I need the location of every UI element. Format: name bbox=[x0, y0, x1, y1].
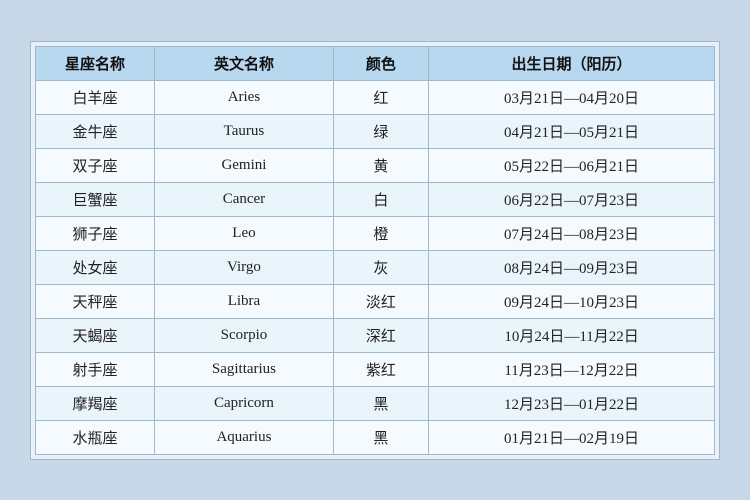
cell-date: 03月21日—04月20日 bbox=[429, 80, 715, 114]
cell-en-name: Leo bbox=[155, 216, 334, 250]
table-row: 天蝎座Scorpio深红10月24日—11月22日 bbox=[36, 318, 715, 352]
cell-zh-name: 天秤座 bbox=[36, 284, 155, 318]
header-date: 出生日期（阳历） bbox=[429, 46, 715, 80]
cell-date: 10月24日—11月22日 bbox=[429, 318, 715, 352]
table-row: 狮子座Leo橙07月24日—08月23日 bbox=[36, 216, 715, 250]
header-zh-name: 星座名称 bbox=[36, 46, 155, 80]
cell-color: 黑 bbox=[333, 420, 428, 454]
header-color: 颜色 bbox=[333, 46, 428, 80]
cell-zh-name: 巨蟹座 bbox=[36, 182, 155, 216]
cell-en-name: Virgo bbox=[155, 250, 334, 284]
zodiac-table: 星座名称 英文名称 颜色 出生日期（阳历） 白羊座Aries红03月21日—04… bbox=[35, 46, 715, 455]
cell-date: 09月24日—10月23日 bbox=[429, 284, 715, 318]
cell-date: 12月23日—01月22日 bbox=[429, 386, 715, 420]
table-row: 白羊座Aries红03月21日—04月20日 bbox=[36, 80, 715, 114]
cell-color: 黄 bbox=[333, 148, 428, 182]
cell-color: 深红 bbox=[333, 318, 428, 352]
cell-zh-name: 金牛座 bbox=[36, 114, 155, 148]
cell-zh-name: 摩羯座 bbox=[36, 386, 155, 420]
cell-date: 08月24日—09月23日 bbox=[429, 250, 715, 284]
zodiac-table-container: 星座名称 英文名称 颜色 出生日期（阳历） 白羊座Aries红03月21日—04… bbox=[30, 41, 720, 460]
table-row: 金牛座Taurus绿04月21日—05月21日 bbox=[36, 114, 715, 148]
cell-color: 红 bbox=[333, 80, 428, 114]
cell-color: 绿 bbox=[333, 114, 428, 148]
table-row: 水瓶座Aquarius黑01月21日—02月19日 bbox=[36, 420, 715, 454]
table-row: 射手座Sagittarius紫红11月23日—12月22日 bbox=[36, 352, 715, 386]
cell-en-name: Scorpio bbox=[155, 318, 334, 352]
cell-en-name: Taurus bbox=[155, 114, 334, 148]
cell-zh-name: 双子座 bbox=[36, 148, 155, 182]
cell-date: 07月24日—08月23日 bbox=[429, 216, 715, 250]
header-en-name: 英文名称 bbox=[155, 46, 334, 80]
cell-en-name: Capricorn bbox=[155, 386, 334, 420]
cell-date: 04月21日—05月21日 bbox=[429, 114, 715, 148]
cell-color: 白 bbox=[333, 182, 428, 216]
cell-en-name: Gemini bbox=[155, 148, 334, 182]
cell-zh-name: 处女座 bbox=[36, 250, 155, 284]
cell-date: 06月22日—07月23日 bbox=[429, 182, 715, 216]
cell-zh-name: 射手座 bbox=[36, 352, 155, 386]
cell-color: 紫红 bbox=[333, 352, 428, 386]
cell-zh-name: 水瓶座 bbox=[36, 420, 155, 454]
cell-en-name: Cancer bbox=[155, 182, 334, 216]
cell-color: 灰 bbox=[333, 250, 428, 284]
cell-color: 淡红 bbox=[333, 284, 428, 318]
cell-en-name: Sagittarius bbox=[155, 352, 334, 386]
cell-date: 11月23日—12月22日 bbox=[429, 352, 715, 386]
table-row: 双子座Gemini黄05月22日—06月21日 bbox=[36, 148, 715, 182]
table-row: 天秤座Libra淡红09月24日—10月23日 bbox=[36, 284, 715, 318]
cell-en-name: Aries bbox=[155, 80, 334, 114]
table-row: 处女座Virgo灰08月24日—09月23日 bbox=[36, 250, 715, 284]
table-header-row: 星座名称 英文名称 颜色 出生日期（阳历） bbox=[36, 46, 715, 80]
table-row: 巨蟹座Cancer白06月22日—07月23日 bbox=[36, 182, 715, 216]
cell-color: 橙 bbox=[333, 216, 428, 250]
cell-zh-name: 天蝎座 bbox=[36, 318, 155, 352]
table-row: 摩羯座Capricorn黑12月23日—01月22日 bbox=[36, 386, 715, 420]
cell-en-name: Aquarius bbox=[155, 420, 334, 454]
cell-en-name: Libra bbox=[155, 284, 334, 318]
cell-zh-name: 狮子座 bbox=[36, 216, 155, 250]
cell-color: 黑 bbox=[333, 386, 428, 420]
cell-date: 01月21日—02月19日 bbox=[429, 420, 715, 454]
cell-date: 05月22日—06月21日 bbox=[429, 148, 715, 182]
cell-zh-name: 白羊座 bbox=[36, 80, 155, 114]
